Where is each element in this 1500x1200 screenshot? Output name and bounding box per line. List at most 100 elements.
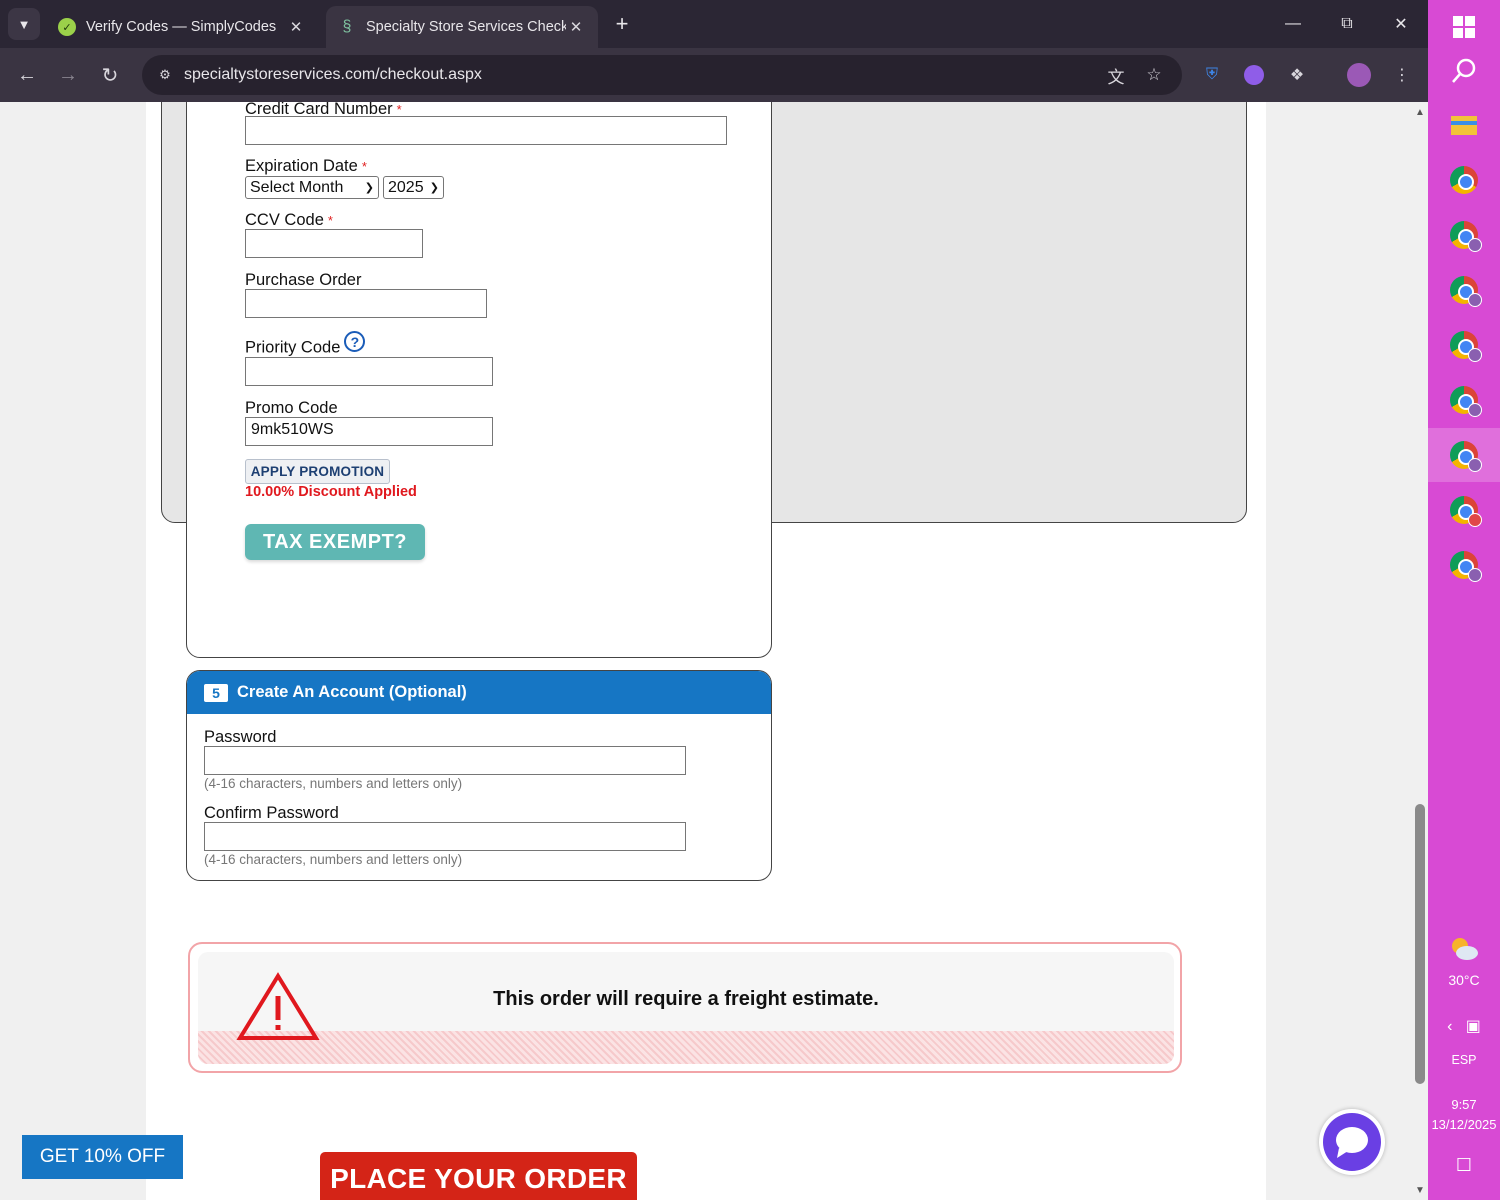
promo-code-input[interactable]: 9mk510WS <box>245 417 493 446</box>
required-mark: * <box>361 159 367 174</box>
profile-badge-icon <box>1468 293 1482 307</box>
network-icon[interactable]: ▣ <box>1466 1018 1481 1035</box>
profile-badge-icon <box>1468 513 1482 527</box>
chevron-left-icon[interactable]: ‹ <box>1447 1018 1452 1035</box>
forward-button[interactable]: → <box>53 60 83 90</box>
password-hint: (4-16 characters, numbers and letters on… <box>204 776 463 791</box>
extension-purple-icon[interactable] <box>1240 61 1268 89</box>
url-text[interactable]: specialtystoreservices.com/checkout.aspx <box>184 66 482 84</box>
page-scrollbar[interactable]: ▲ ▼ <box>1412 102 1428 1200</box>
confirm-password-input[interactable] <box>204 822 686 851</box>
priority-code-label: Priority Code? <box>245 331 366 358</box>
browser-titlebar: ▼ ✓ Verify Codes — SimplyCodes ✕ § Speci… <box>0 0 1428 48</box>
shield-extension-icon[interactable]: ⛨ <box>1198 61 1226 89</box>
tray-icons[interactable]: ‹ ▣ <box>1428 1016 1500 1036</box>
clock-date[interactable]: 13/12/2025 <box>1428 1117 1500 1132</box>
file-explorer-button[interactable] <box>1428 98 1500 152</box>
taskbar-chrome-profile-3[interactable] <box>1428 318 1500 372</box>
close-window-button[interactable]: ✕ <box>1374 0 1428 48</box>
create-account-header: 5 Create An Account (Optional) <box>187 671 771 714</box>
page-viewport: Credit Card Number * Expiration Date * Sel… <box>0 102 1412 1200</box>
expiration-month-select[interactable]: Select Month ❯ <box>245 176 379 199</box>
tab-specialty-store[interactable]: § Specialty Store Services Checko ✕ <box>326 6 598 48</box>
reload-icon: ↻ <box>101 64 119 87</box>
site-info-icon[interactable]: ⚙ <box>152 62 178 88</box>
profile-badge-icon <box>1468 238 1482 252</box>
weather-cloud-sun-icon <box>1452 938 1478 960</box>
chevron-down-icon: ▼ <box>17 16 31 32</box>
discount-applied-text: 10.00% Discount Applied <box>245 484 417 500</box>
ccv-label: CCV Code * <box>245 211 333 229</box>
chat-bubble-icon <box>1323 1113 1381 1171</box>
windows-logo-icon <box>1453 16 1475 38</box>
weather-widget[interactable] <box>1428 928 1500 968</box>
tab-verify-codes[interactable]: ✓ Verify Codes — SimplyCodes ✕ <box>46 6 318 48</box>
scroll-down-icon[interactable]: ▼ <box>1412 1182 1428 1198</box>
profile-badge-icon <box>1468 458 1482 472</box>
taskbar-chrome[interactable] <box>1428 153 1500 207</box>
arrow-right-icon: → <box>58 63 78 86</box>
password-input[interactable] <box>204 746 686 775</box>
card-number-input[interactable] <box>245 116 727 145</box>
confirm-password-label: Confirm Password <box>204 804 339 822</box>
tab-search-button[interactable]: ▼ <box>8 8 40 40</box>
place-order-button[interactable]: PLACE YOUR ORDER <box>320 1152 637 1200</box>
ccv-input[interactable] <box>245 229 423 258</box>
notifications-icon[interactable]: ☐ <box>1428 1155 1500 1176</box>
search-button[interactable] <box>1428 44 1500 98</box>
get-discount-tab[interactable]: GET 10% OFF <box>22 1135 183 1179</box>
chat-widget-button[interactable] <box>1319 1109 1385 1175</box>
bookmark-star-icon[interactable]: ☆ <box>1142 63 1166 87</box>
clock-time[interactable]: 9:57 <box>1428 1097 1500 1112</box>
required-mark: * <box>396 102 402 117</box>
profile-avatar[interactable] <box>1345 61 1373 89</box>
tab-close-icon[interactable]: ✕ <box>566 18 586 36</box>
tab-title: Verify Codes — SimplyCodes <box>86 19 277 35</box>
profile-badge-icon <box>1468 348 1482 362</box>
freight-message: This order will require a freight estima… <box>493 988 879 1010</box>
month-value: Select Month <box>250 178 344 196</box>
minimize-button[interactable]: — <box>1266 0 1320 48</box>
create-account-title: Create An Account (Optional) <box>237 683 467 701</box>
scroll-up-icon[interactable]: ▲ <box>1412 104 1428 120</box>
expiration-year-select[interactable]: 2025 ❯ <box>383 176 444 199</box>
windows-taskbar: 30°C ‹ ▣ ESP 9:57 13/12/2025 ☐ <box>1428 0 1500 1200</box>
restore-button[interactable]: ⧉ <box>1320 0 1374 48</box>
arrow-left-icon: ← <box>17 63 37 86</box>
freight-stripes <box>198 1031 1174 1064</box>
search-icon <box>1452 58 1476 83</box>
address-bar[interactable]: ⚙ specialtystoreservices.com/checkout.as… <box>142 55 1182 95</box>
freight-notice-inner: This order will require a freight estima… <box>198 952 1174 1064</box>
password-label: Password <box>204 728 277 746</box>
scrollbar-thumb[interactable] <box>1415 804 1425 1084</box>
expiration-label: Expiration Date * <box>245 157 367 175</box>
reload-button[interactable]: ↻ <box>95 60 125 90</box>
create-account-panel: 5 Create An Account (Optional) Password … <box>186 670 772 881</box>
tab-title: Specialty Store Services Checko <box>366 19 566 35</box>
language-indicator[interactable]: ESP <box>1428 1053 1500 1067</box>
taskbar-chrome-profile-4[interactable] <box>1428 373 1500 427</box>
payment-panel: Credit Card Number * Expiration Date * Sel… <box>186 102 772 658</box>
weather-temperature: 30°C <box>1448 972 1480 988</box>
tab-close-icon[interactable]: ✕ <box>286 18 306 36</box>
required-mark: * <box>327 213 333 228</box>
promo-code-label: Promo Code <box>245 399 338 417</box>
apply-promotion-button[interactable]: APPLY PROMOTION <box>245 459 390 484</box>
purchase-order-input[interactable] <box>245 289 487 318</box>
taskbar-chrome-profile-5[interactable] <box>1428 428 1500 482</box>
taskbar-chrome-profile-1[interactable] <box>1428 208 1500 262</box>
help-question-icon[interactable]: ? <box>344 331 366 352</box>
taskbar-chrome-profile-2[interactable] <box>1428 263 1500 317</box>
extensions-puzzle-icon[interactable]: ❖ <box>1283 61 1311 89</box>
priority-code-input[interactable] <box>245 357 493 386</box>
translate-icon[interactable]: 文 <box>1104 63 1128 87</box>
step-number-badge: 5 <box>204 683 228 702</box>
browser-menu-icon[interactable]: ⋮ <box>1388 61 1416 89</box>
taskbar-chrome-profile-6[interactable] <box>1428 483 1500 537</box>
back-button[interactable]: ← <box>12 60 42 90</box>
confirm-password-hint: (4-16 characters, numbers and letters on… <box>204 852 463 867</box>
new-tab-button[interactable]: + <box>610 10 634 38</box>
chrome-icon <box>1450 166 1478 194</box>
taskbar-chrome-profile-7[interactable] <box>1428 538 1500 592</box>
tax-exempt-button[interactable]: TAX EXEMPT? <box>245 524 425 560</box>
